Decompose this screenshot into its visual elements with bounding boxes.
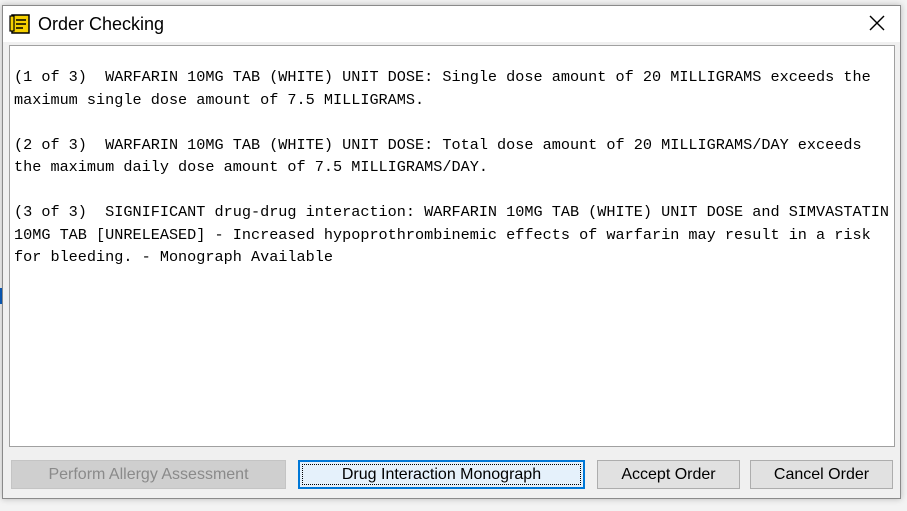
perform-allergy-assessment-label: Perform Allergy Assessment <box>48 465 249 483</box>
cancel-order-label: Cancel Order <box>773 465 870 483</box>
order-check-app-icon <box>9 13 33 35</box>
order-check-messages-panel[interactable]: (1 of 3) WARFARIN 10MG TAB (WHITE) UNIT … <box>9 45 895 447</box>
dialog-title: Order Checking <box>38 14 165 34</box>
close-button[interactable] <box>854 6 900 40</box>
drug-interaction-monograph-button[interactable]: Drug Interaction Monograph <box>298 460 585 489</box>
order-check-message-2: (2 of 3) WARFARIN 10MG TAB (WHITE) UNIT … <box>14 135 871 177</box>
close-icon <box>869 15 885 31</box>
order-check-message-3: (3 of 3) SIGNIFICANT drug-drug interacti… <box>14 203 889 266</box>
cancel-order-button[interactable]: Cancel Order <box>750 460 893 489</box>
perform-allergy-assessment-button[interactable]: Perform Allergy Assessment <box>11 460 286 489</box>
focus-ring <box>302 464 581 485</box>
accept-order-label: Accept Order <box>621 465 716 483</box>
accept-order-button[interactable]: Accept Order <box>597 460 740 489</box>
title-bar[interactable]: Order Checking <box>3 6 900 42</box>
order-checking-dialog: Order Checking (1 of 3) WARFARIN 10MG TA… <box>2 5 901 499</box>
order-check-message-1: (1 of 3) WARFARIN 10MG TAB (WHITE) UNIT … <box>14 68 880 109</box>
